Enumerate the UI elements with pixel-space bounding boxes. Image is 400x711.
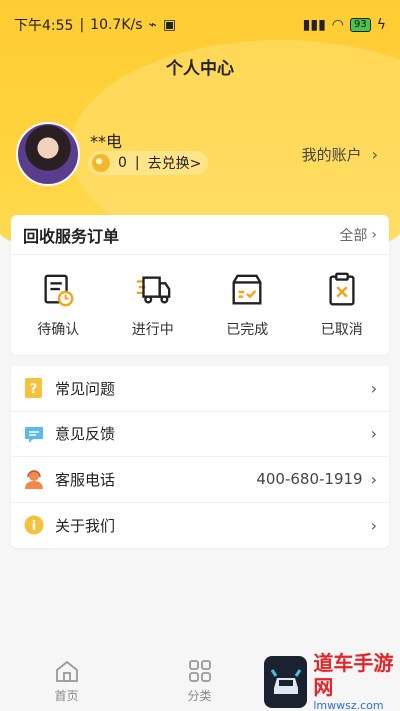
signal-icon: ▮▮▮ [302,17,326,33]
exchange-link[interactable]: 去兑换> [148,153,202,173]
watermark-url: lmwwsz.com [313,699,384,711]
wifi-icon: ◠ [331,17,345,33]
orders-title: 回收服务订单 [23,226,120,246]
home-icon [55,660,78,682]
order-tab-label: 进行中 [131,322,174,338]
status-divider: | [79,17,85,33]
battery-indicator: 93 [350,18,371,32]
feedback-icon [25,426,43,443]
orders-all-label: 全部 [339,227,368,244]
pending-clipboard-icon [44,274,74,307]
cancelled-clipboard-icon [329,272,355,306]
menu-item-label: 关于我们 [55,516,116,535]
menu-item-about[interactable]: i 关于我们 › [11,503,389,549]
order-tab-cancelled[interactable]: 已取消 [295,255,390,355]
points-exchange-pill[interactable]: 0 | 去兑换> [88,151,208,175]
menu-item-label: 意见反馈 [55,425,116,444]
completed-box-icon [232,274,262,305]
chevron-right-icon: › [371,145,378,164]
order-tab-label: 已取消 [320,322,363,338]
orders-header: 回收服务订单 全部 › [11,215,389,255]
nav-label: 分类 [187,688,212,703]
my-account-link[interactable]: 我的账户 › [302,144,378,165]
chevron-right-icon: › [370,424,377,444]
watermark-car-logo-icon [264,655,308,708]
points-separator: | [134,155,140,171]
status-bar: 下午4:55 | 10.7K/s ⌁ ▣ ▮▮▮ ◠ 93 ϟ [0,0,400,50]
account-label: 我的账户 [301,146,362,164]
site-watermark: 道车手游网 lmwwsz.com [220,651,400,711]
faq-icon: ? [25,378,42,399]
info-icon: i [24,515,44,535]
avatar[interactable] [16,122,80,186]
customer-service-icon [25,470,43,490]
orders-all-link[interactable]: 全部 › [339,225,377,245]
menu-card: ? 常见问题 › 意见反馈 › 客服电话 400-680-1919 › i 关于… [11,366,389,548]
nfc-icon: ▣ [162,17,177,33]
charging-icon: ϟ [376,17,386,33]
nav-label: 首页 [54,688,79,703]
page-title: 个人中心 [166,59,234,79]
order-tab-completed[interactable]: 已完成 [200,255,295,355]
menu-item-faq[interactable]: ? 常见问题 › [11,366,389,412]
status-network-speed: 10.7K/s [90,17,143,33]
order-tab-pending[interactable]: 待确认 [11,255,106,355]
order-tab-label: 已完成 [226,322,269,338]
category-grid-icon [188,659,211,682]
chevron-right-icon: › [371,226,377,243]
svg-text:i: i [32,519,36,534]
username: **电 [90,132,123,151]
chevron-right-icon: › [370,378,377,398]
customer-service-phone[interactable]: 400-680-1919 [256,470,362,488]
chevron-right-icon: › [370,469,377,489]
coin-icon [92,154,110,172]
nav-home[interactable]: 首页 [0,658,133,704]
delivery-truck-icon [136,276,171,304]
order-tab-label: 待确认 [37,322,80,338]
menu-item-customer-service[interactable]: 客服电话 400-680-1919 › [11,457,389,503]
bluetooth-icon: ⌁ [148,17,157,33]
points-value: 0 [118,155,127,171]
order-tab-in-progress[interactable]: 进行中 [106,255,201,355]
watermark-title: 道车手游网 [313,651,394,699]
chevron-right-icon: › [370,515,377,535]
menu-item-label: 常见问题 [55,379,116,398]
menu-item-label: 客服电话 [55,470,116,489]
menu-item-feedback[interactable]: 意见反馈 › [11,412,389,457]
svg-text:?: ? [30,382,38,397]
status-time: 下午4:55 [14,18,74,34]
orders-card: 回收服务订单 全部 › 待确认 进行中 已完成 已取消 [11,215,389,355]
